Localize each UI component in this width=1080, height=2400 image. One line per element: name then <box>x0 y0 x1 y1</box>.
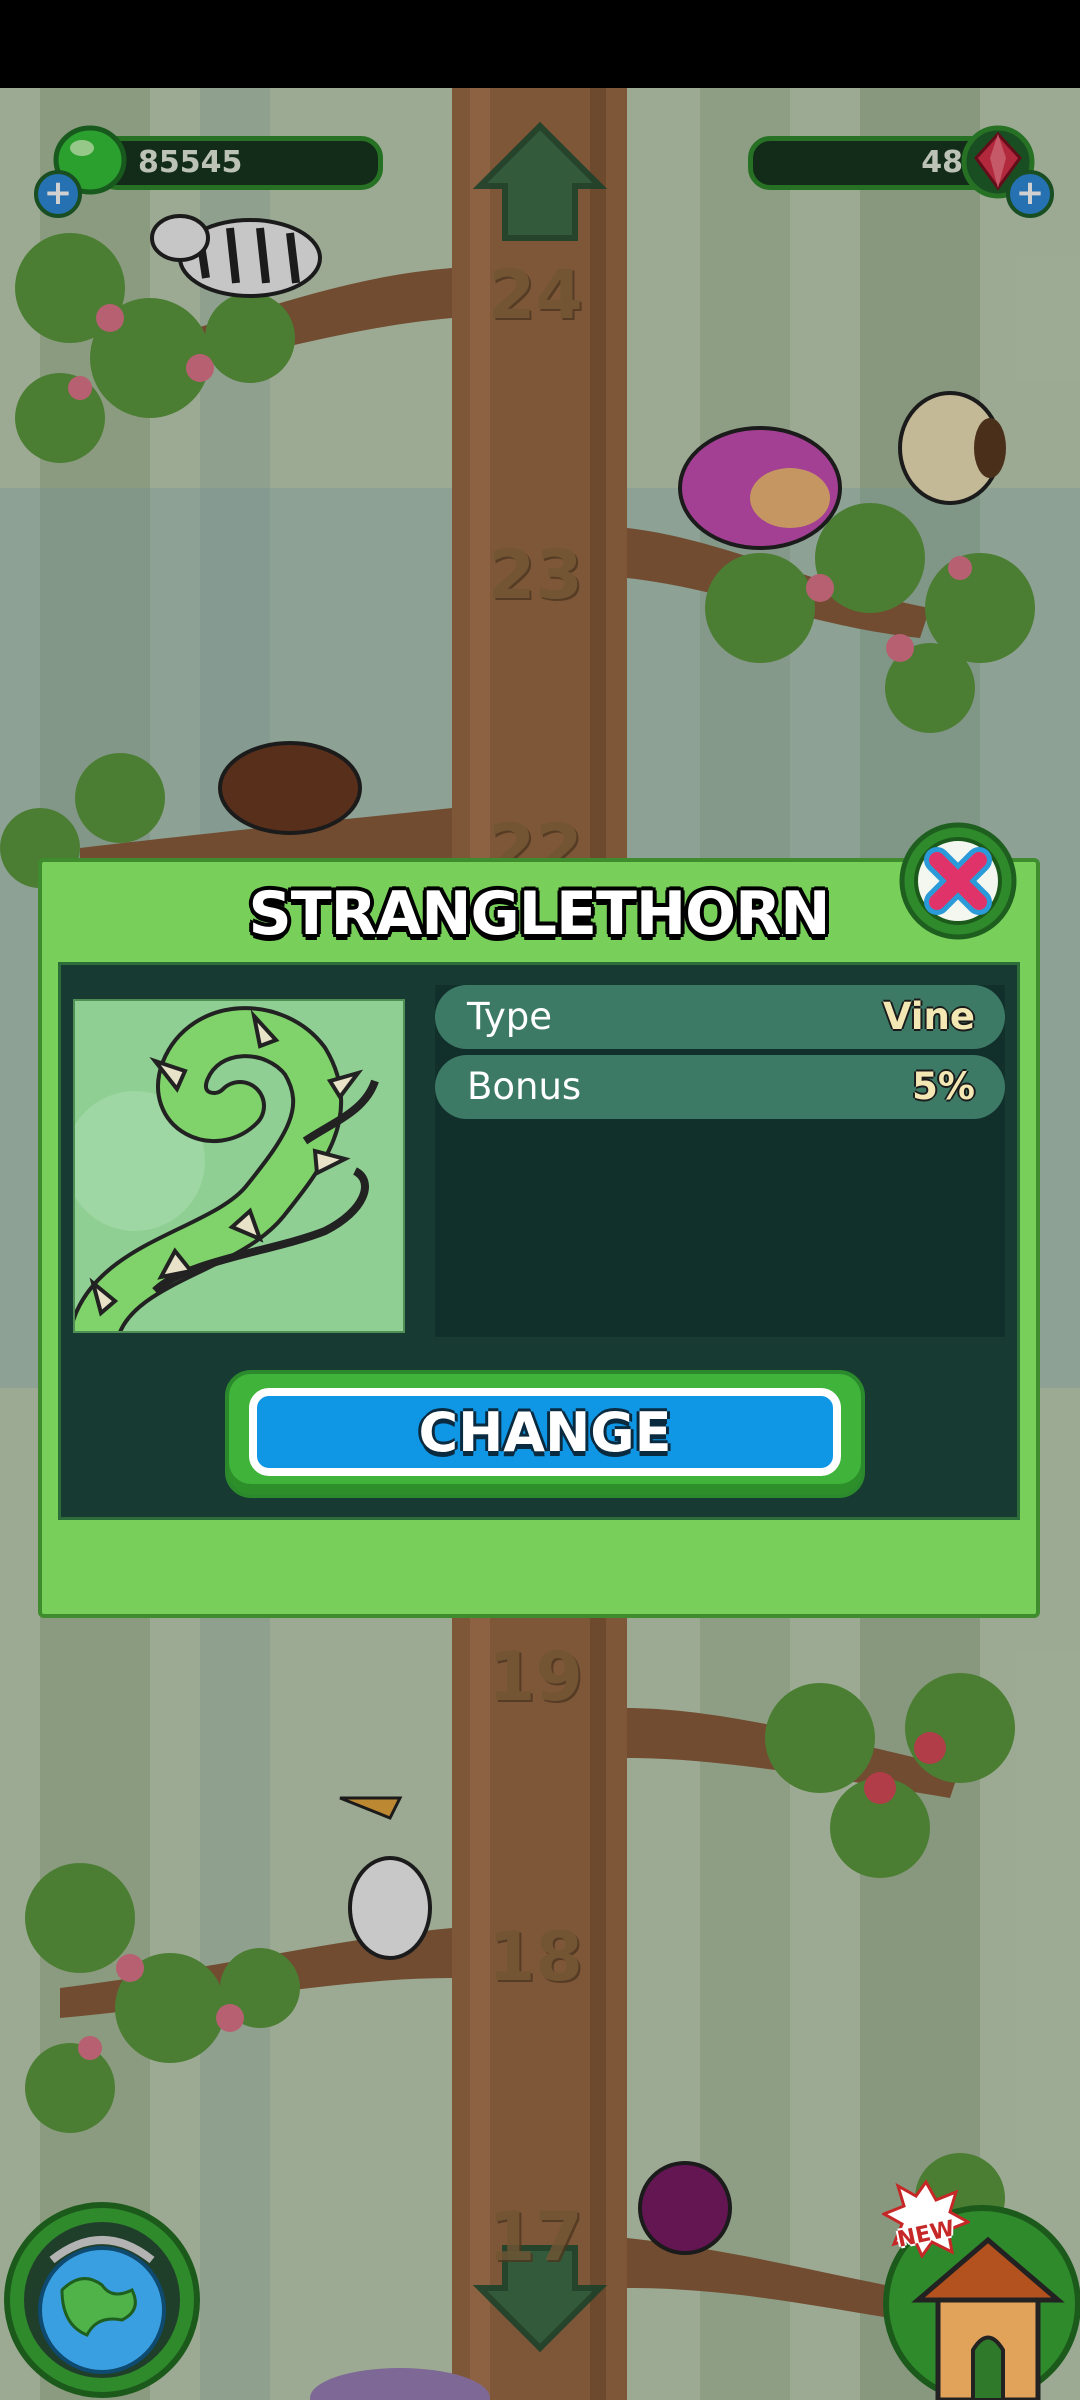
world-map-button[interactable] <box>2 2200 202 2400</box>
change-button-label: CHANGE <box>249 1388 841 1476</box>
vine-icon <box>75 1006 379 1331</box>
globe-icon <box>38 2236 166 2374</box>
stat-row-bonus: Bonus 5% <box>435 1055 1005 1119</box>
stat-label: Bonus <box>467 1065 582 1108</box>
close-button[interactable] <box>897 820 1019 942</box>
stat-value: 5% <box>912 1065 975 1108</box>
stat-row-type: Type Vine <box>435 985 1005 1049</box>
modal-title: STRANGLETHORN <box>248 879 830 949</box>
stat-value: Vine <box>882 995 975 1038</box>
modal-body: Type Vine Bonus 5% CHANGE <box>58 962 1020 1520</box>
stat-label: Type <box>467 995 552 1038</box>
close-icon <box>924 847 992 915</box>
stats-panel: Type Vine Bonus 5% <box>435 985 1005 1337</box>
change-button[interactable]: CHANGE <box>225 1370 865 1498</box>
item-detail-modal: STRANGLETHORN Type Vine Bonus 5% CHANGE <box>38 858 1040 1618</box>
item-portrait <box>73 999 405 1333</box>
status-bar <box>0 0 1080 88</box>
